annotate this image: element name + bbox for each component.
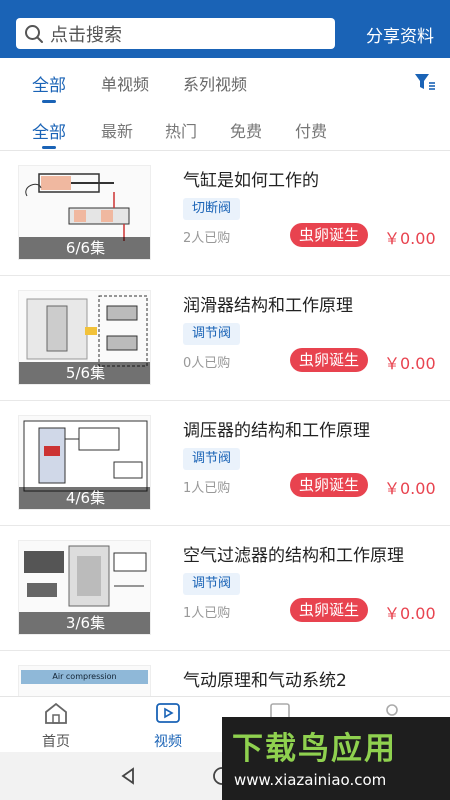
episode-count: 5/6集 [19,362,150,384]
video-title[interactable]: 润滑器结构和工作原理 [183,291,353,316]
video-thumbnail[interactable]: 5/6集 [18,290,151,385]
app-header: 点击搜索 分享资料 [0,0,450,58]
category-tag: 调节阀 [183,573,241,595]
price: ￥0.00 [384,354,436,373]
tab-all[interactable]: 全部 [32,71,66,96]
video-thumbnail[interactable]: 3/6集 [18,540,151,635]
share-materials-button[interactable]: 分享资料 [366,22,434,47]
price: ￥0.00 [384,604,436,623]
home-icon [45,702,67,724]
author-badge: 虫卵诞生 [290,598,369,622]
filter-hot[interactable]: 热门 [165,118,197,142]
category-tag: 切断阀 [183,198,241,220]
thumbnail-caption: Air compression [21,670,148,684]
active-filter-indicator [42,146,56,149]
price: ￥0.00 [384,229,436,248]
video-title[interactable]: 气缸是如何工作的 [183,166,319,191]
search-input[interactable]: 点击搜索 [16,18,335,49]
filter-latest[interactable]: 最新 [101,118,133,142]
filter-free[interactable]: 免费 [230,118,262,142]
nav-video[interactable]: 视频 [138,701,198,751]
category-tag: 调节阀 [183,323,241,345]
list-item[interactable]: 3/6集 空气过滤器的结构和工作原理 调节阀 1人已购 虫卵诞生 ￥0.00 [0,526,450,651]
purchase-count: 0人已购 [183,356,231,371]
episode-count: 6/6集 [19,237,150,259]
category-tag: 调节阀 [183,448,241,470]
purchase-count: 1人已购 [183,606,231,621]
search-icon [25,24,43,43]
author-badge: 虫卵诞生 [290,348,369,372]
video-thumbnail[interactable]: 4/6集 [18,415,151,510]
secondary-tabs: 全部 最新 热门 免费 付费 [0,106,450,150]
video-title[interactable]: 空气过滤器的结构和工作原理 [183,541,404,566]
purchase-count: 1人已购 [183,481,231,496]
video-title[interactable]: 气动原理和气动系统2 [183,666,347,691]
episode-count: 3/6集 [19,612,150,634]
filter-all[interactable]: 全部 [32,118,66,143]
list-item[interactable]: 4/6集 调压器的结构和工作原理 调节阀 1人已购 虫卵诞生 ￥0.00 [0,401,450,526]
author-badge: 虫卵诞生 [290,223,369,247]
active-tab-indicator [42,100,56,103]
episode-count: 4/6集 [19,487,150,509]
price: ￥0.00 [384,479,436,498]
author-badge: 虫卵诞生 [290,473,369,497]
list-item[interactable]: 6/6集 气缸是如何工作的 切断阀 2人已购 虫卵诞生 ￥0.00 [0,151,450,276]
tab-single-video[interactable]: 单视频 [101,71,149,95]
list-item[interactable]: 5/6集 润滑器结构和工作原理 调节阀 0人已购 虫卵诞生 ￥0.00 [0,276,450,401]
primary-tabs: 全部 单视频 系列视频 [0,58,450,106]
watermark-url: www.xiazainiao.com [234,771,387,789]
nav-home-label: 首页 [42,734,70,750]
tab-series-video[interactable]: 系列视频 [183,71,247,95]
search-placeholder: 点击搜索 [50,24,122,46]
nav-video-label: 视频 [154,734,182,750]
nav-home[interactable]: 首页 [26,701,86,751]
purchase-count: 2人已购 [183,231,231,246]
video-title[interactable]: 调压器的结构和工作原理 [183,416,370,441]
watermark: 下载鸟应用 www.xiazainiao.com [222,717,450,800]
filter-icon[interactable] [414,72,436,92]
filter-paid[interactable]: 付费 [295,118,327,142]
video-icon [156,703,180,723]
watermark-brand: 下载鸟应用 [232,731,397,767]
video-list: 6/6集 气缸是如何工作的 切断阀 2人已购 虫卵诞生 ￥0.00 5/6集 润… [0,151,450,776]
back-icon[interactable] [118,766,138,786]
video-thumbnail[interactable]: 6/6集 [18,165,151,260]
